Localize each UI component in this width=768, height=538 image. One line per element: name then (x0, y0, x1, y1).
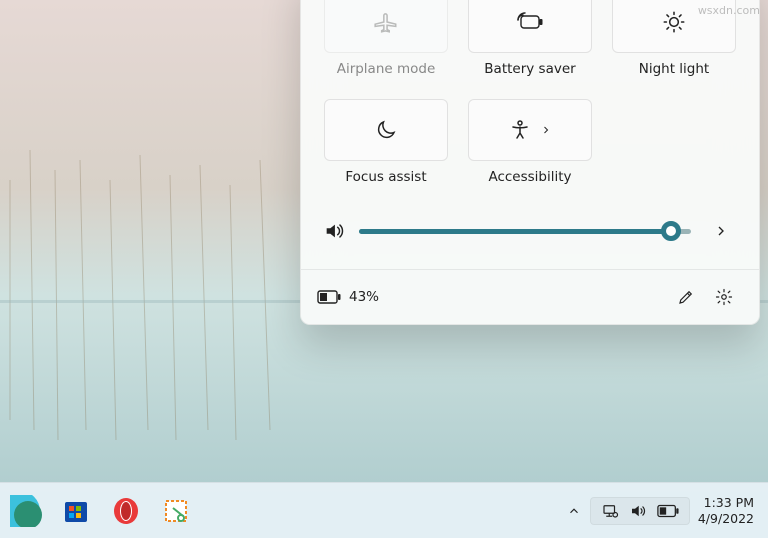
gear-icon (715, 288, 733, 306)
battery-status[interactable]: 43% (317, 289, 379, 305)
speaker-icon[interactable] (323, 220, 345, 242)
edit-quick-settings-button[interactable] (667, 280, 705, 314)
battery-icon (317, 289, 341, 305)
chevron-right-icon (540, 124, 552, 136)
taskbar-app-store[interactable] (54, 489, 98, 533)
accessibility-label: Accessibility (488, 169, 571, 185)
focus-assist-tile[interactable] (324, 99, 448, 161)
quick-settings-footer: 43% (301, 269, 759, 324)
volume-slider[interactable] (359, 222, 691, 240)
volume-row (301, 199, 759, 269)
quick-settings-panel: Airplane mode Battery saver (300, 0, 760, 325)
clock-date: 4/9/2022 (698, 511, 754, 527)
moon-icon (374, 118, 398, 142)
system-tray-group[interactable] (590, 497, 690, 525)
battery-saver-label: Battery saver (484, 61, 575, 77)
taskbar-clock[interactable]: 1:33 PM 4/9/2022 (692, 495, 760, 526)
tray-overflow-button[interactable] (560, 491, 588, 531)
network-icon (601, 502, 619, 520)
accessibility-tile[interactable] (468, 99, 592, 161)
battery-saver-icon (515, 11, 545, 33)
accessibility-icon (508, 118, 532, 142)
airplane-mode-label: Airplane mode (337, 61, 436, 77)
volume-slider-thumb[interactable] (661, 221, 681, 241)
taskbar: 1:33 PM 4/9/2022 (0, 482, 768, 538)
battery-percent-text: 43% (349, 289, 379, 305)
volume-output-button[interactable] (705, 215, 737, 247)
airplane-mode-tile[interactable] (324, 0, 448, 53)
airplane-icon (373, 9, 399, 35)
night-light-label: Night light (639, 61, 709, 77)
clock-time: 1:33 PM (704, 495, 754, 511)
focus-assist-label: Focus assist (345, 169, 426, 185)
volume-slider-fill (359, 229, 671, 234)
quick-settings-tiles: Airplane mode Battery saver (301, 0, 759, 199)
taskbar-app-edge[interactable] (4, 489, 48, 533)
chevron-up-icon (567, 504, 581, 518)
pencil-icon (677, 288, 695, 306)
taskbar-app-snip[interactable] (154, 489, 198, 533)
settings-button[interactable] (705, 280, 743, 314)
taskbar-app-opera[interactable] (104, 489, 148, 533)
watermark-text: wsxdn.com (698, 4, 760, 17)
battery-icon (657, 504, 679, 518)
night-light-icon (661, 9, 687, 35)
battery-saver-tile[interactable] (468, 0, 592, 53)
speaker-icon (629, 502, 647, 520)
